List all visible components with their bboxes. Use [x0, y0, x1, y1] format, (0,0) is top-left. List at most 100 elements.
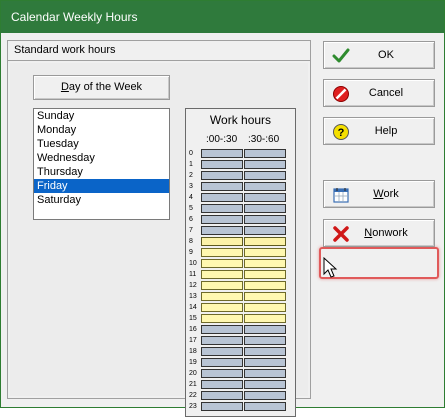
day-list-item[interactable]: Friday — [34, 179, 169, 193]
hour-label: 1 — [189, 161, 193, 168]
hour-cell-second-half[interactable] — [244, 149, 286, 158]
ok-button[interactable]: OK — [323, 41, 435, 69]
day-of-week-button[interactable]: Day of the Week — [33, 75, 170, 100]
hour-cell-second-half[interactable] — [244, 204, 286, 213]
nonwork-label: Nonwork — [364, 227, 408, 239]
hour-label: 8 — [189, 238, 193, 245]
hour-cell-first-half[interactable] — [201, 270, 243, 279]
hour-label: 19 — [189, 359, 197, 366]
hour-row: 4 — [186, 192, 295, 203]
hour-cell-second-half[interactable] — [244, 402, 286, 411]
hour-cell-first-half[interactable] — [201, 292, 243, 301]
hour-cell-second-half[interactable] — [244, 193, 286, 202]
hour-cell-second-half[interactable] — [244, 292, 286, 301]
hour-label: 13 — [189, 293, 197, 300]
day-list-item[interactable]: Thursday — [34, 165, 169, 179]
work-button[interactable]: Work — [323, 180, 435, 208]
day-list-item[interactable]: Monday — [34, 123, 169, 137]
day-list-item[interactable]: Sunday — [34, 109, 169, 123]
hour-cell-first-half[interactable] — [201, 347, 243, 356]
hour-cell-second-half[interactable] — [244, 248, 286, 257]
hour-cell-second-half[interactable] — [244, 281, 286, 290]
hour-label: 0 — [189, 150, 193, 157]
hour-row: 8 — [186, 236, 295, 247]
window-title: Calendar Weekly Hours — [1, 1, 444, 33]
hour-cell-second-half[interactable] — [244, 369, 286, 378]
hour-cell-second-half[interactable] — [244, 160, 286, 169]
hour-cell-first-half[interactable] — [201, 215, 243, 224]
hour-cell-second-half[interactable] — [244, 270, 286, 279]
hour-cell-first-half[interactable] — [201, 149, 243, 158]
column-header-second-half: :30-:60 — [248, 134, 280, 145]
nonwork-button[interactable]: Nonwork — [323, 219, 435, 247]
day-list-item[interactable]: Tuesday — [34, 137, 169, 151]
hour-row: 3 — [186, 181, 295, 192]
hour-label: 10 — [189, 260, 197, 267]
hour-cell-second-half[interactable] — [244, 314, 286, 323]
hour-cell-first-half[interactable] — [201, 259, 243, 268]
day-of-week-label: Day of the Week — [60, 81, 143, 93]
red-x-icon — [333, 226, 349, 242]
hour-row: 15 — [186, 313, 295, 324]
hour-row: 18 — [186, 346, 295, 357]
work-hours-grid-box: Work hours :00-:30 :30-:60 0 1 2 3 4 5 6 7 8 9 10 1… — [185, 108, 296, 417]
hour-cell-first-half[interactable] — [201, 325, 243, 334]
help-icon: ? — [333, 124, 349, 140]
hour-cell-second-half[interactable] — [244, 226, 286, 235]
hour-cell-second-half[interactable] — [244, 237, 286, 246]
help-button[interactable]: ? Help — [323, 117, 435, 145]
hour-label: 6 — [189, 216, 193, 223]
hour-label: 12 — [189, 282, 197, 289]
hour-cell-first-half[interactable] — [201, 182, 243, 191]
hour-cell-first-half[interactable] — [201, 303, 243, 312]
panel-header: Standard work hours — [8, 41, 310, 61]
hour-cell-second-half[interactable] — [244, 171, 286, 180]
hour-cell-first-half[interactable] — [201, 402, 243, 411]
hour-cell-first-half[interactable] — [201, 160, 243, 169]
hour-cell-first-half[interactable] — [201, 369, 243, 378]
hour-label: 4 — [189, 194, 193, 201]
hour-cell-second-half[interactable] — [244, 391, 286, 400]
hour-cell-first-half[interactable] — [201, 314, 243, 323]
hour-cell-second-half[interactable] — [244, 303, 286, 312]
hour-cell-first-half[interactable] — [201, 248, 243, 257]
hour-label: 17 — [189, 337, 197, 344]
hour-cell-first-half[interactable] — [201, 358, 243, 367]
hour-label: 7 — [189, 227, 193, 234]
hour-cell-second-half[interactable] — [244, 259, 286, 268]
day-list-item[interactable]: Saturday — [34, 193, 169, 207]
hour-cell-second-half[interactable] — [244, 347, 286, 356]
work-label: Work — [373, 188, 399, 200]
hour-row: 12 — [186, 280, 295, 291]
calendar-weekly-hours-dialog: Calendar Weekly Hours Standard work hour… — [0, 0, 445, 417]
hour-label: 14 — [189, 304, 197, 311]
hour-cell-first-half[interactable] — [201, 380, 243, 389]
hour-cell-second-half[interactable] — [244, 336, 286, 345]
hour-row: 1 — [186, 159, 295, 170]
hour-cell-first-half[interactable] — [201, 204, 243, 213]
hour-cell-first-half[interactable] — [201, 336, 243, 345]
hour-cell-first-half[interactable] — [201, 193, 243, 202]
cancel-button[interactable]: Cancel — [323, 79, 435, 107]
hour-cell-first-half[interactable] — [201, 237, 243, 246]
hour-cell-second-half[interactable] — [244, 182, 286, 191]
hour-cell-second-half[interactable] — [244, 325, 286, 334]
hour-cell-first-half[interactable] — [201, 226, 243, 235]
hour-cell-second-half[interactable] — [244, 215, 286, 224]
hour-label: 20 — [189, 370, 197, 377]
hour-row: 23 — [186, 401, 295, 412]
hour-cell-first-half[interactable] — [201, 281, 243, 290]
column-header-first-half: :00-:30 — [206, 134, 238, 145]
hour-cell-first-half[interactable] — [201, 171, 243, 180]
hour-label: 11 — [189, 271, 197, 278]
day-list-item[interactable]: Wednesday — [34, 151, 169, 165]
hour-cell-second-half[interactable] — [244, 358, 286, 367]
hour-row: 19 — [186, 357, 295, 368]
hour-row: 7 — [186, 225, 295, 236]
hour-row: 10 — [186, 258, 295, 269]
day-of-week-list[interactable]: Sunday Monday Tuesday Wednesday Thursday Frid… — [33, 108, 170, 220]
hour-label: 18 — [189, 348, 197, 355]
hour-cell-first-half[interactable] — [201, 391, 243, 400]
hour-cell-second-half[interactable] — [244, 380, 286, 389]
svg-text:?: ? — [338, 127, 345, 139]
